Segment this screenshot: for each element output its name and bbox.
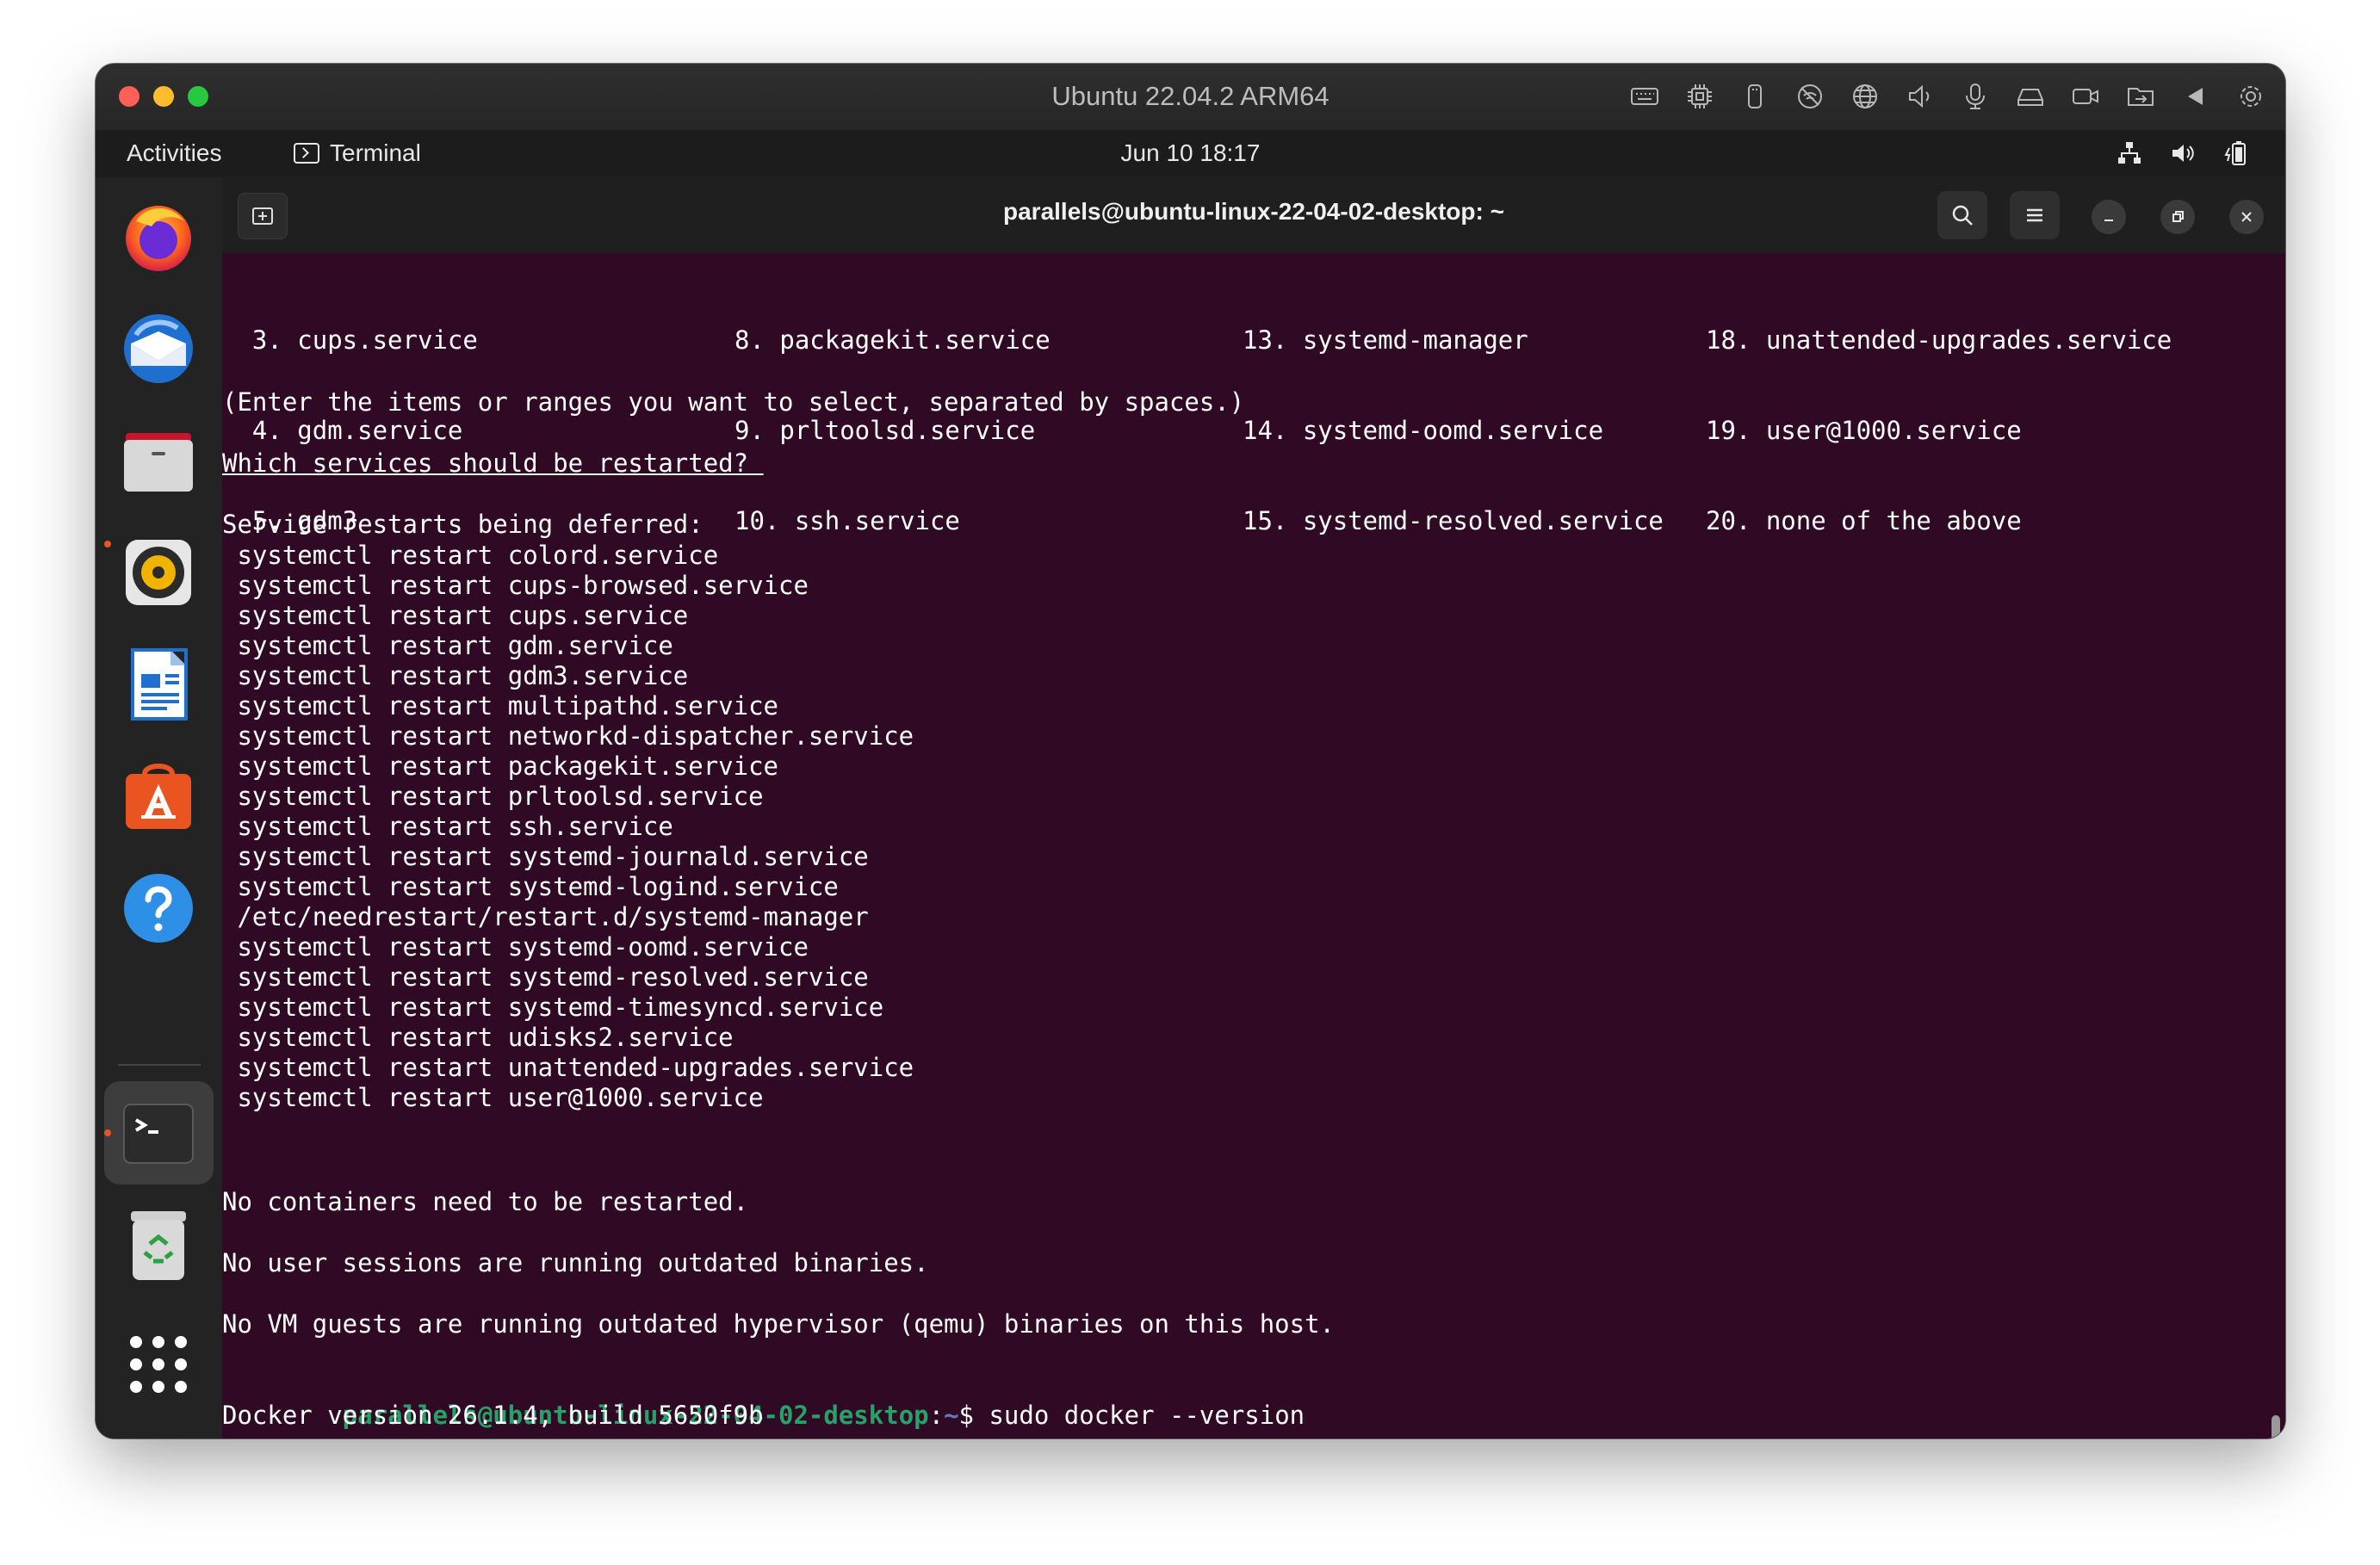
close-button[interactable] [2229,200,2264,234]
current-prompt[interactable]: parallels@ubuntu-linux-22-04-02-desktop:… [222,1432,974,1438]
deferred-restart-line: systemctl restart cups-browsed.service [222,571,809,600]
menu-option: 19. user@1000.service [1706,416,2022,445]
network-wired-icon [2115,139,2144,168]
app-grid-icon[interactable] [116,1322,201,1407]
menu-option: 9. prltoolsd.service [734,416,1036,445]
terminal-output[interactable]: 3. cups.service 4. gdm.service 5. gdm3 8… [222,253,2285,1438]
firefox-icon[interactable] [116,195,201,279]
menu-option: 18. unattended-upgrades.service [1706,325,2172,355]
usb-icon[interactable] [1738,79,1772,114]
back-icon[interactable] [2179,79,2213,114]
battery-charging-icon [2222,139,2251,168]
no-sessions-message: No user sessions are running outdated bi… [222,1248,929,1277]
writer-icon[interactable] [116,642,201,727]
deferred-restart-line: systemctl restart colord.service [222,541,719,570]
microphone-icon[interactable] [1958,79,1993,114]
no-vm-message: No VM guests are running outdated hyperv… [222,1309,1336,1339]
deferred-header: Service restarts being deferred: [222,510,703,539]
docker-version-output: Docker version 26.1.4, build 5650f9b [222,1401,764,1430]
deferred-restart-line: systemctl restart systemd-resolved.servi… [222,962,869,992]
deferred-restart-line: systemctl restart systemd-timesyncd.serv… [222,993,884,1022]
shared-folder-icon[interactable] [2123,79,2158,114]
dock-separator [118,1064,201,1066]
dock [96,177,222,1438]
files-icon[interactable] [116,418,201,503]
deferred-restart-line: systemctl restart gdm3.service [222,661,689,690]
deferred-restart-line: systemctl restart multipathd.service [222,691,779,721]
gnome-top-bar: Activities Terminal Jun 10 18:17 [96,130,2285,177]
vm-toolbar [1627,79,2268,114]
prompt-char: $ [958,1401,975,1430]
search-icon [1952,205,1973,226]
restore-icon [2172,211,2184,222]
software-icon[interactable] [116,754,201,838]
vm-titlebar: Ubuntu 22.04.2 ARM64 [96,64,2285,131]
prompt-separator: : [928,1401,945,1430]
menu-option: 14. systemd-oomd.service [1243,416,1604,445]
menu-option: 3. cups.service [222,325,478,355]
deferred-restart-line: systemctl restart systemd-journald.servi… [222,842,869,871]
cpu-icon[interactable] [1683,79,1717,114]
menu-option: 15. systemd-resolved.service [1243,506,1664,535]
menu-option: 13. systemd-manager [1243,325,1528,355]
system-tray[interactable] [2115,139,2251,168]
volume-icon [2168,139,2197,168]
terminal-running-indicator [104,1129,111,1136]
no-network-icon[interactable] [1793,79,1827,114]
terminal-headerbar: parallels@ubuntu-linux-22-04-02-desktop:… [222,177,2285,253]
menu-column-4: 18. unattended-upgrades.service 19. user… [1706,265,2172,597]
command-text: sudo docker --version [974,1401,1305,1430]
deferred-restart-line: systemctl restart unattended-upgrades.se… [222,1053,914,1082]
deferred-restart-line: systemctl restart cups.service [222,601,689,630]
menu-column-3: 13. systemd-manager 14. systemd-oomd.ser… [1243,265,1664,597]
deferred-restart-line: systemctl restart udisks2.service [222,1023,734,1052]
keyboard-icon[interactable] [1627,79,1662,114]
menu-button[interactable] [2010,191,2060,239]
menu-option: 4. gdm.service [222,416,463,445]
help-icon[interactable] [116,866,201,950]
deferred-restart-line: /etc/needrestart/restart.d/systemd-manag… [222,902,869,931]
menu-option: 8. packagekit.service [734,325,1051,355]
trash-icon[interactable] [116,1203,201,1288]
selection-hint: (Enter the items or ranges you want to s… [222,387,1245,417]
rhythmbox-icon[interactable] [116,530,201,615]
menu-option: 20. none of the above [1706,506,2022,535]
deferred-restart-line: systemctl restart systemd-logind.service [222,872,839,901]
files-running-indicator [104,541,111,547]
clock[interactable]: Jun 10 18:17 [96,139,2285,167]
camera-icon[interactable] [2068,79,2103,114]
gear-icon[interactable] [2234,79,2268,114]
deferred-restart-line: systemctl restart gdm.service [222,631,673,660]
search-button[interactable] [1937,191,1987,239]
deferred-restart-line: systemctl restart packagekit.service [222,752,779,781]
maximize-button[interactable] [2160,200,2195,234]
menu-option: 10. ssh.service [734,506,960,535]
prompt-directory: ~ [944,1401,959,1430]
deferred-restart-line: systemctl restart systemd-oomd.service [222,932,809,962]
hamburger-menu-icon [2027,208,2042,222]
deferred-list: systemctl restart colord.service systemc… [222,541,914,1113]
thunderbird-icon[interactable] [116,306,201,391]
minimize-button[interactable] [2092,200,2126,234]
globe-icon[interactable] [1848,79,1882,114]
deferred-restart-line: systemctl restart user@1000.service [222,1083,764,1112]
scrollbar[interactable] [2272,1415,2280,1438]
deferred-restart-line: systemctl restart networkd-dispatcher.se… [222,721,914,751]
vm-window: Ubuntu 22.04.2 ARM64 Activities Terminal… [96,64,2285,1438]
terminal-window: parallels@ubuntu-linux-22-04-02-desktop:… [222,177,2285,1438]
restart-question: Which services should be restarted? [222,448,764,478]
close-icon [2241,212,2252,222]
no-containers-message: No containers need to be restarted. [222,1187,749,1216]
minimize-icon [2104,220,2113,221]
terminal-icon[interactable] [116,1092,201,1176]
drive-icon[interactable] [2013,79,2048,114]
speaker-icon[interactable] [1903,79,1937,114]
deferred-restart-line: systemctl restart prltoolsd.service [222,782,764,811]
deferred-restart-line: systemctl restart ssh.service [222,812,673,841]
